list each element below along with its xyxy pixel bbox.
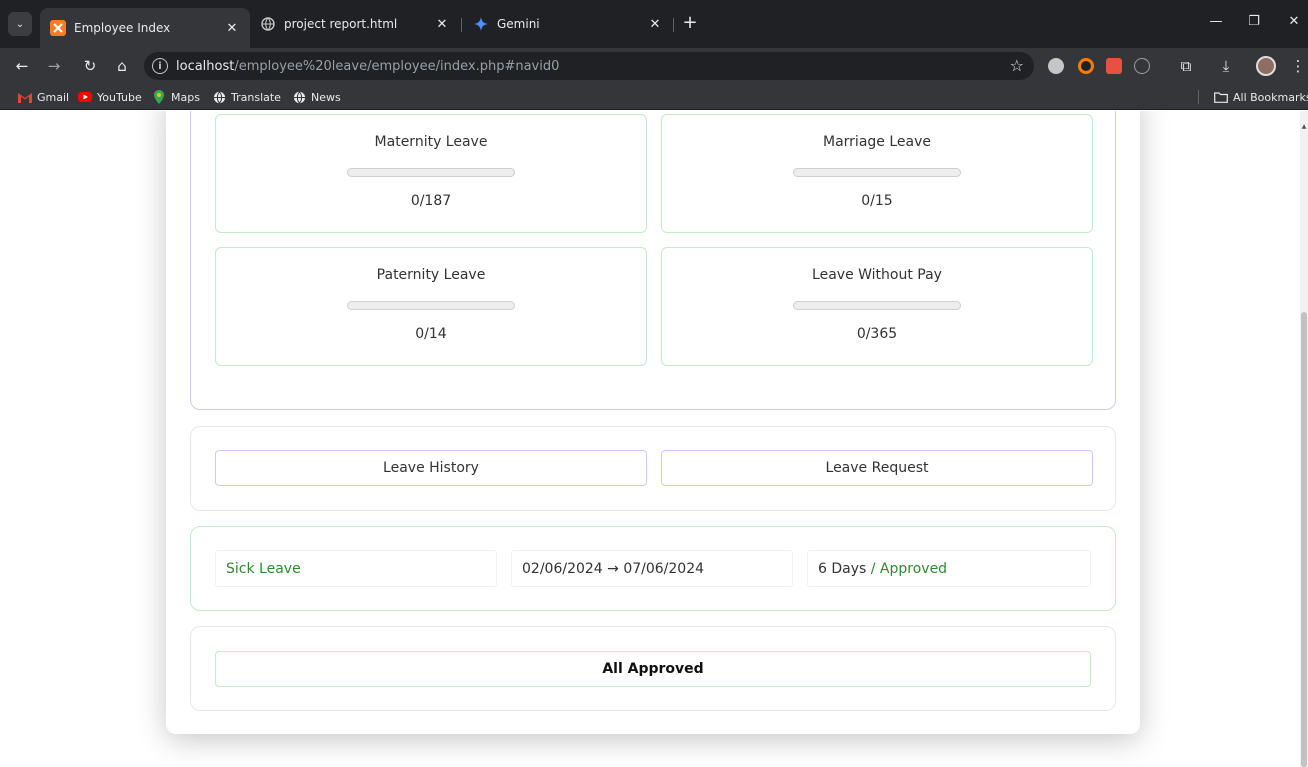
- close-window-icon[interactable]: ✕: [1284, 14, 1304, 29]
- extension-shield-icon[interactable]: [1048, 58, 1064, 74]
- profile-avatar-icon[interactable]: [1256, 56, 1276, 76]
- restore-icon[interactable]: ❐: [1244, 14, 1264, 29]
- tab-separator: [461, 18, 462, 32]
- bookmarks-separator: [1198, 90, 1199, 104]
- xampp-favicon-icon: [50, 20, 66, 36]
- leave-count: 0/15: [861, 193, 893, 209]
- bookmarks-bar: Gmail YouTube Maps Translate News All Bo…: [0, 84, 1308, 110]
- bookmark-gmail[interactable]: Gmail: [18, 88, 69, 106]
- tab-title: Employee Index: [74, 21, 171, 35]
- extensions-puzzle-icon[interactable]: ⧉: [1174, 54, 1198, 78]
- request-leave-type: Sick Leave: [215, 550, 497, 587]
- site-info-icon[interactable]: i: [152, 58, 168, 74]
- maps-pin-icon: [152, 90, 166, 104]
- leave-actions-panel: Leave History Leave Request: [190, 426, 1116, 511]
- leave-tile-paternity: Paternity Leave 0/14: [215, 247, 647, 366]
- new-tab-plus-icon[interactable]: +: [680, 14, 700, 34]
- leave-progress-bar: [347, 168, 515, 177]
- extension-flag-icon[interactable]: [1106, 58, 1122, 74]
- globe-favicon-icon: [260, 16, 276, 32]
- globe-icon: [292, 90, 306, 104]
- leave-tile-without-pay: Leave Without Pay 0/365: [661, 247, 1093, 366]
- close-tab-icon[interactable]: ✕: [224, 21, 240, 36]
- status-badge: / Approved: [870, 560, 948, 577]
- gemini-sparkle-icon: [473, 16, 489, 32]
- tab-employee-index[interactable]: Employee Index ✕: [40, 8, 250, 48]
- leave-count: 0/365: [856, 326, 898, 342]
- leave-type-name: Marriage Leave: [823, 134, 931, 150]
- page-scrollbar-thumb[interactable]: [1301, 312, 1307, 767]
- request-duration-status: 6 Days / Approved: [807, 550, 1091, 587]
- close-tab-icon[interactable]: ✕: [647, 17, 663, 32]
- home-icon[interactable]: ⌂: [110, 54, 134, 78]
- bookmark-news[interactable]: News: [292, 88, 341, 106]
- extension-ring-icon[interactable]: [1078, 58, 1094, 74]
- browser-toolbar: ← → ↻ ⌂ i localhost/employee%20leave/emp…: [0, 48, 1308, 84]
- leave-request-row: Sick Leave 02/06/2024 → 07/06/2024 6 Day…: [190, 526, 1116, 611]
- minimize-icon[interactable]: —: [1206, 14, 1226, 29]
- all-approved-button[interactable]: All Approved: [215, 651, 1091, 687]
- tab-title: Gemini: [497, 17, 540, 31]
- download-icon[interactable]: ⤓: [1214, 54, 1238, 78]
- leave-count: 0/187: [410, 193, 452, 209]
- employee-dashboard-card: Maternity Leave 0/187 Marriage Leave 0/1…: [166, 111, 1140, 734]
- leave-tile-marriage: Marriage Leave 0/15: [661, 114, 1093, 233]
- bookmark-star-icon[interactable]: ☆: [1010, 56, 1024, 75]
- request-days: 6 Days: [818, 560, 867, 577]
- reload-icon[interactable]: ↻: [78, 54, 102, 78]
- leave-type-name: Maternity Leave: [374, 134, 488, 150]
- forward-arrow-icon[interactable]: →: [42, 54, 66, 78]
- leave-balance-panel: Maternity Leave 0/187 Marriage Leave 0/1…: [190, 111, 1116, 410]
- leave-tile-maternity: Maternity Leave 0/187: [215, 114, 647, 233]
- tab-gemini[interactable]: Gemini ✕: [463, 8, 673, 40]
- leave-progress-bar: [793, 301, 961, 310]
- bookmark-youtube[interactable]: YouTube: [78, 88, 142, 106]
- leave-type-name: Leave Without Pay: [812, 267, 942, 283]
- youtube-icon: [78, 90, 92, 104]
- all-bookmarks[interactable]: All Bookmarks: [1214, 88, 1308, 106]
- folder-icon: [1214, 90, 1228, 104]
- gmail-icon: [18, 90, 32, 104]
- tab-title: project report.html: [284, 17, 398, 31]
- browser-tab-bar: ⌄ Employee Index ✕ project report.html ✕…: [0, 0, 1308, 48]
- leave-history-button[interactable]: Leave History: [215, 450, 647, 486]
- leave-progress-bar: [793, 168, 961, 177]
- back-arrow-icon[interactable]: ←: [10, 54, 34, 78]
- address-bar[interactable]: i localhost/employee%20leave/employee/in…: [144, 52, 1034, 80]
- bookmark-translate[interactable]: Translate: [212, 88, 281, 106]
- bookmark-maps[interactable]: Maps: [152, 88, 200, 106]
- leave-request-button[interactable]: Leave Request: [661, 450, 1093, 486]
- globe-icon: [212, 90, 226, 104]
- url-text: localhost/employee%20leave/employee/inde…: [176, 58, 560, 74]
- leave-count: 0/14: [415, 326, 447, 342]
- leave-type-name: Paternity Leave: [376, 267, 486, 283]
- menu-kebab-icon[interactable]: ⋮: [1286, 54, 1308, 78]
- request-date-range: 02/06/2024 → 07/06/2024: [511, 550, 793, 587]
- extension-check-icon[interactable]: [1134, 58, 1150, 74]
- tab-project-report[interactable]: project report.html ✕: [250, 8, 460, 40]
- leave-progress-bar: [347, 301, 515, 310]
- tab-search-chevron-icon[interactable]: ⌄: [8, 12, 32, 36]
- scroll-up-arrow-icon[interactable]: ▲: [1301, 123, 1307, 130]
- tab-separator: [673, 18, 674, 32]
- close-tab-icon[interactable]: ✕: [434, 17, 450, 32]
- page-viewport: Maternity Leave 0/187 Marriage Leave 0/1…: [0, 111, 1300, 767]
- approval-summary-panel: All Approved: [190, 626, 1116, 711]
